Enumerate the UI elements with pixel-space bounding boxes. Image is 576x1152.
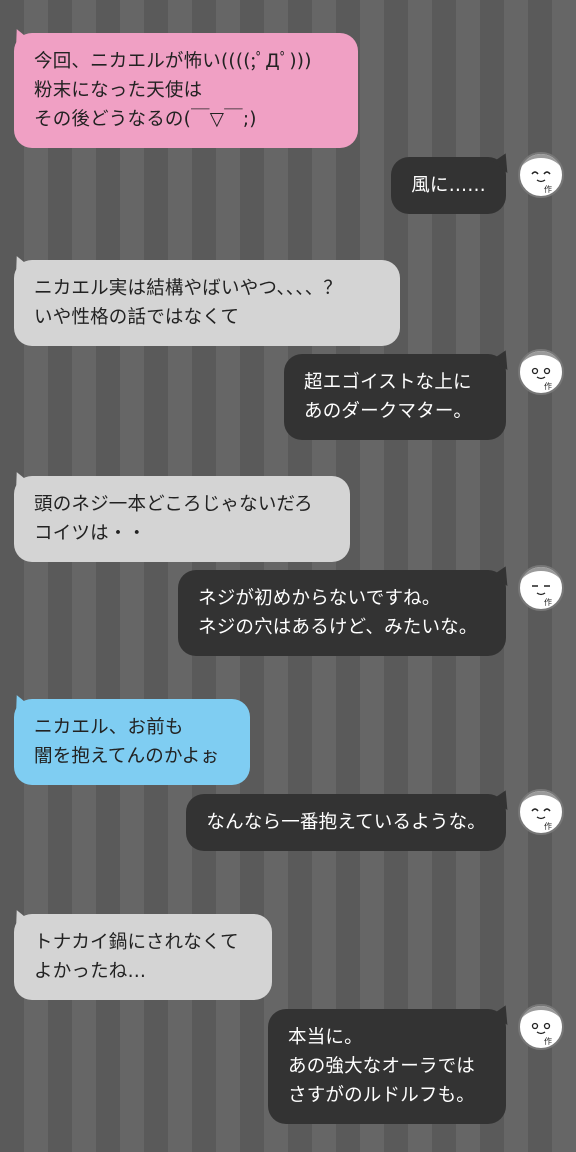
author-avatar-icon[interactable]: 作 <box>518 349 564 395</box>
svg-text:作: 作 <box>544 381 552 391</box>
author-avatar-icon[interactable]: 作 <box>518 789 564 835</box>
message-bubble-author: 本当に。 あの強大なオーラでは さすがのルドルフも。 <box>268 1009 506 1124</box>
message-bubble-author: ネジが初めからないですね。 ネジの穴はあるけど、みたいな。 <box>178 570 506 656</box>
message-bubble-reader: 今回、ニカエルが怖い((((;ﾟДﾟ))) 粉末になった天使は その後どうなるの… <box>14 33 358 148</box>
message-bubble-reader: ニカエル、お前も 闇を抱えてんのかよぉ <box>14 699 250 785</box>
message-bubble-reader: ニカエル実は結構やばいやつ、、、、？ いや性格の話ではなくて <box>14 260 400 346</box>
svg-text:作: 作 <box>544 1036 552 1046</box>
message-bubble-reader: トナカイ鍋にされなくて よかったね… <box>14 914 272 1000</box>
message-bubble-author: 風に…… <box>391 157 506 214</box>
svg-text:作: 作 <box>544 597 552 607</box>
author-avatar-icon[interactable]: 作 <box>518 565 564 611</box>
author-avatar-icon[interactable]: 作 <box>518 152 564 198</box>
message-bubble-reader: 頭のネジ一本どころじゃないだろ コイツは・・ <box>14 476 350 562</box>
svg-text:作: 作 <box>544 821 552 831</box>
svg-text:作: 作 <box>544 184 552 194</box>
message-bubble-author: 超エゴイストな上に あのダークマター。 <box>284 354 506 440</box>
author-avatar-icon[interactable]: 作 <box>518 1004 564 1050</box>
message-bubble-author: なんなら一番抱えているような。 <box>186 794 506 851</box>
